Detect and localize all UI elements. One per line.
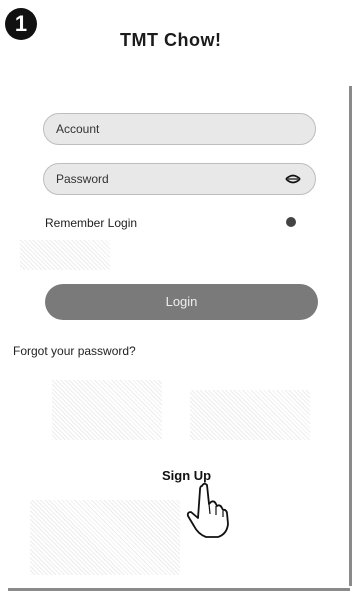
frame-border-bottom (8, 588, 350, 591)
print-noise (190, 390, 310, 440)
frame-border-right (349, 86, 352, 586)
remember-login-label: Remember Login (45, 216, 138, 230)
print-noise (52, 380, 162, 440)
password-placeholder: Password (56, 172, 109, 186)
print-noise (30, 500, 180, 575)
account-placeholder: Account (56, 122, 100, 136)
pointing-hand-icon (186, 482, 229, 538)
eye-icon[interactable] (285, 173, 301, 185)
remember-login-toggle[interactable] (286, 217, 296, 227)
print-noise (20, 240, 110, 270)
app-title: TMT Chow! (120, 30, 222, 50)
login-screen: 1 TMT Chow! Account Password Remember Lo… (0, 0, 356, 595)
forgot-password-link[interactable]: Forgot your password? (13, 344, 136, 358)
account-field[interactable]: Account (43, 113, 316, 145)
login-button-label: Login (165, 294, 198, 309)
password-field[interactable]: Password (43, 163, 316, 195)
step-badge: 1 (5, 8, 37, 40)
login-button[interactable]: Login (45, 284, 318, 320)
